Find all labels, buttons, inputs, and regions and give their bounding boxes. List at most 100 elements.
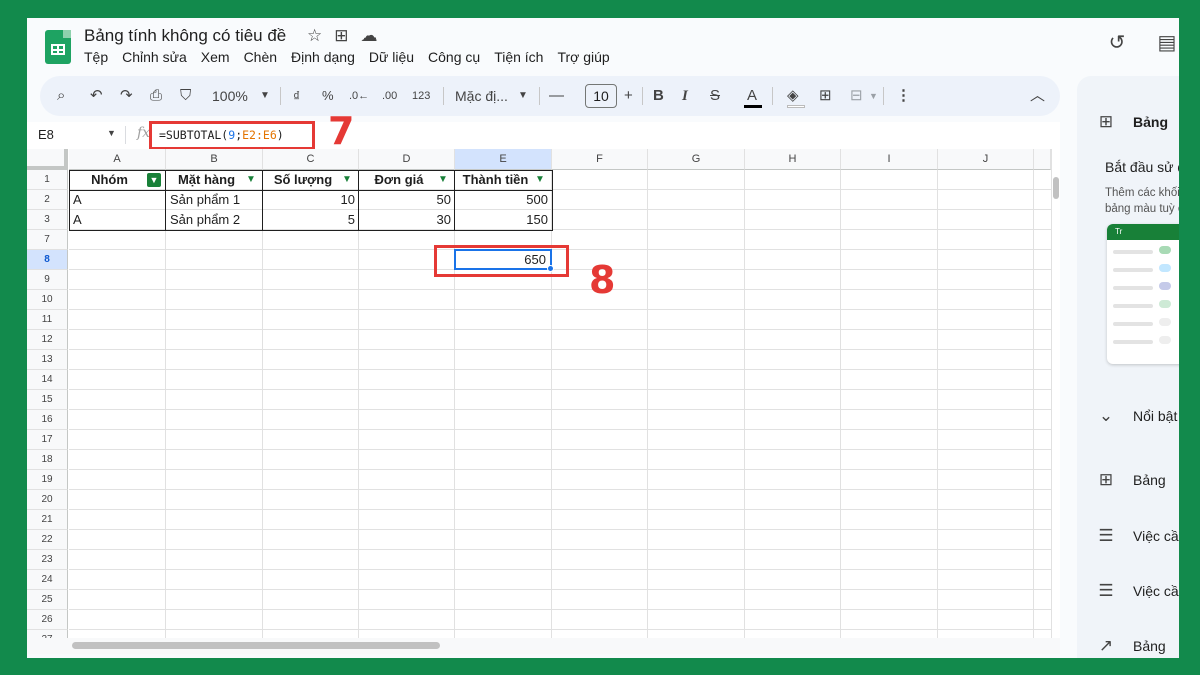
table-cell[interactable]: 10 (263, 190, 359, 210)
column-header-h[interactable]: H (745, 149, 841, 170)
row-header[interactable]: 26 (27, 610, 68, 630)
row-header[interactable]: 19 (27, 470, 68, 490)
search-icon[interactable]: ⌕ (57, 85, 65, 107)
cloud-status-icon[interactable]: ☁ (361, 26, 378, 46)
font-select[interactable]: Mặc đị... (455, 85, 508, 107)
borders-icon[interactable]: ⊞ (819, 85, 832, 107)
column-header-e[interactable]: E (455, 149, 552, 170)
merge-chevron-down-icon[interactable]: ▼ (869, 85, 878, 107)
row-header[interactable]: 20 (27, 490, 68, 510)
filter-active-icon[interactable]: ▼ (147, 173, 161, 187)
table-cell[interactable]: Sản phẩm 1 (166, 190, 263, 210)
filter-icon[interactable]: ▼ (535, 174, 545, 185)
horizontal-scrollbar[interactable] (27, 638, 1060, 654)
row-header[interactable]: 1 (27, 170, 68, 190)
more-options-icon[interactable]: ⋮ (896, 85, 911, 107)
sheets-logo-icon[interactable] (45, 30, 71, 64)
currency-format-button[interactable]: ₫ (293, 85, 300, 107)
text-color-button[interactable]: A (747, 85, 757, 107)
zoom-chevron-down-icon[interactable]: ▼ (260, 85, 270, 107)
row-header[interactable]: 12 (27, 330, 68, 350)
move-folder-icon[interactable]: ⊞ (334, 26, 348, 46)
percent-format-button[interactable]: % (322, 85, 334, 107)
history-icon[interactable]: ↺ (1105, 30, 1129, 55)
table-cell[interactable]: 5 (263, 210, 359, 230)
menu-tools[interactable]: Công cụ (428, 49, 480, 65)
column-header-k[interactable] (1034, 149, 1051, 170)
table-cell[interactable]: A (69, 210, 166, 230)
row-header[interactable]: 13 (27, 350, 68, 370)
filter-icon[interactable]: ▼ (246, 174, 256, 185)
menu-data[interactable]: Dữ liệu (369, 49, 414, 65)
strikethrough-button[interactable]: S (710, 85, 720, 107)
column-header-g[interactable]: G (648, 149, 745, 170)
row-header[interactable]: 8 (27, 250, 68, 270)
document-title[interactable]: Bảng tính không có tiêu đề (84, 26, 286, 46)
menu-edit[interactable]: Chỉnh sửa (122, 49, 187, 65)
menu-view[interactable]: Xem (201, 49, 230, 65)
row-header[interactable]: 11 (27, 310, 68, 330)
bold-button[interactable]: B (653, 85, 664, 107)
row-header[interactable]: 23 (27, 550, 68, 570)
vertical-scrollbar[interactable] (1051, 149, 1060, 638)
zoom-select[interactable]: 100% (212, 85, 248, 107)
select-all-corner[interactable] (27, 149, 68, 170)
side-item-todo[interactable]: ☰ Việc cần làm (1095, 526, 1179, 546)
spreadsheet-grid[interactable]: A B C D E F G H I J 1 2 3 7 8 9 10 11 12 13 14 15 16… (27, 149, 1060, 638)
increase-font-size-button[interactable]: + (624, 85, 633, 107)
row-header[interactable]: 18 (27, 450, 68, 470)
print-icon[interactable]: ⎙ (150, 85, 162, 107)
column-header-d[interactable]: D (359, 149, 455, 170)
undo-icon[interactable]: ↶ (90, 85, 103, 107)
table-cell[interactable]: 30 (359, 210, 455, 230)
table-cell[interactable]: 500 (455, 190, 552, 210)
row-header[interactable]: 10 (27, 290, 68, 310)
menu-format[interactable]: Định dạng (291, 49, 355, 65)
column-header-i[interactable]: I (841, 149, 938, 170)
increase-decimal-button[interactable]: .00 (382, 85, 397, 107)
row-header[interactable]: 15 (27, 390, 68, 410)
decrease-decimal-button[interactable]: .0← (349, 85, 369, 107)
column-header-b[interactable]: B (166, 149, 263, 170)
side-item-chart[interactable]: ↗ Bảng (1095, 636, 1166, 656)
decrease-font-size-button[interactable]: — (549, 85, 564, 107)
star-icon[interactable]: ☆ (307, 26, 322, 46)
row-header[interactable]: 21 (27, 510, 68, 530)
column-header-c[interactable]: C (263, 149, 359, 170)
row-header[interactable]: 24 (27, 570, 68, 590)
font-chevron-down-icon[interactable]: ▼ (518, 85, 528, 107)
table-cell[interactable]: Sản phẩm 2 (166, 210, 263, 230)
column-header-a[interactable]: A (69, 149, 166, 170)
table-template-preview[interactable]: Tr (1107, 224, 1179, 364)
side-item-todo[interactable]: ☰ Việc cần làm (1095, 581, 1179, 601)
table-cell[interactable]: 150 (455, 210, 552, 230)
menu-file[interactable]: Tệp (84, 49, 108, 65)
side-item-table[interactable]: ⊞ Bảng (1095, 470, 1166, 490)
row-header[interactable]: 2 (27, 190, 68, 210)
name-box[interactable]: E8 (38, 127, 54, 142)
fill-color-icon[interactable]: ◈ (787, 85, 799, 107)
column-header-f[interactable]: F (552, 149, 648, 170)
table-cell[interactable]: 50 (359, 190, 455, 210)
merge-cells-icon[interactable]: ⊟ (850, 85, 863, 107)
row-header[interactable]: 14 (27, 370, 68, 390)
menu-help[interactable]: Trợ giúp (557, 49, 609, 65)
paint-format-icon[interactable]: ⛉ (180, 85, 191, 107)
table-cell[interactable]: A (69, 190, 166, 210)
row-header[interactable]: 25 (27, 590, 68, 610)
column-header-j[interactable]: J (938, 149, 1034, 170)
redo-icon[interactable]: ↷ (120, 85, 133, 107)
row-header[interactable]: 27 (27, 630, 68, 638)
row-header[interactable]: 17 (27, 430, 68, 450)
font-size-input[interactable]: 10 (585, 84, 617, 108)
row-header[interactable]: 3 (27, 210, 68, 230)
side-section-toggle[interactable]: ⌄ Nổi bật (1095, 406, 1177, 426)
comments-icon[interactable]: ▤ (1155, 30, 1179, 55)
menu-insert[interactable]: Chèn (244, 49, 277, 65)
filter-icon[interactable]: ▼ (438, 174, 448, 185)
row-header[interactable]: 22 (27, 530, 68, 550)
name-box-chevron-down-icon[interactable]: ▼ (107, 128, 116, 138)
italic-button[interactable]: I (682, 85, 688, 107)
number-format-button[interactable]: 123 (412, 85, 430, 107)
filter-icon[interactable]: ▼ (342, 174, 352, 185)
